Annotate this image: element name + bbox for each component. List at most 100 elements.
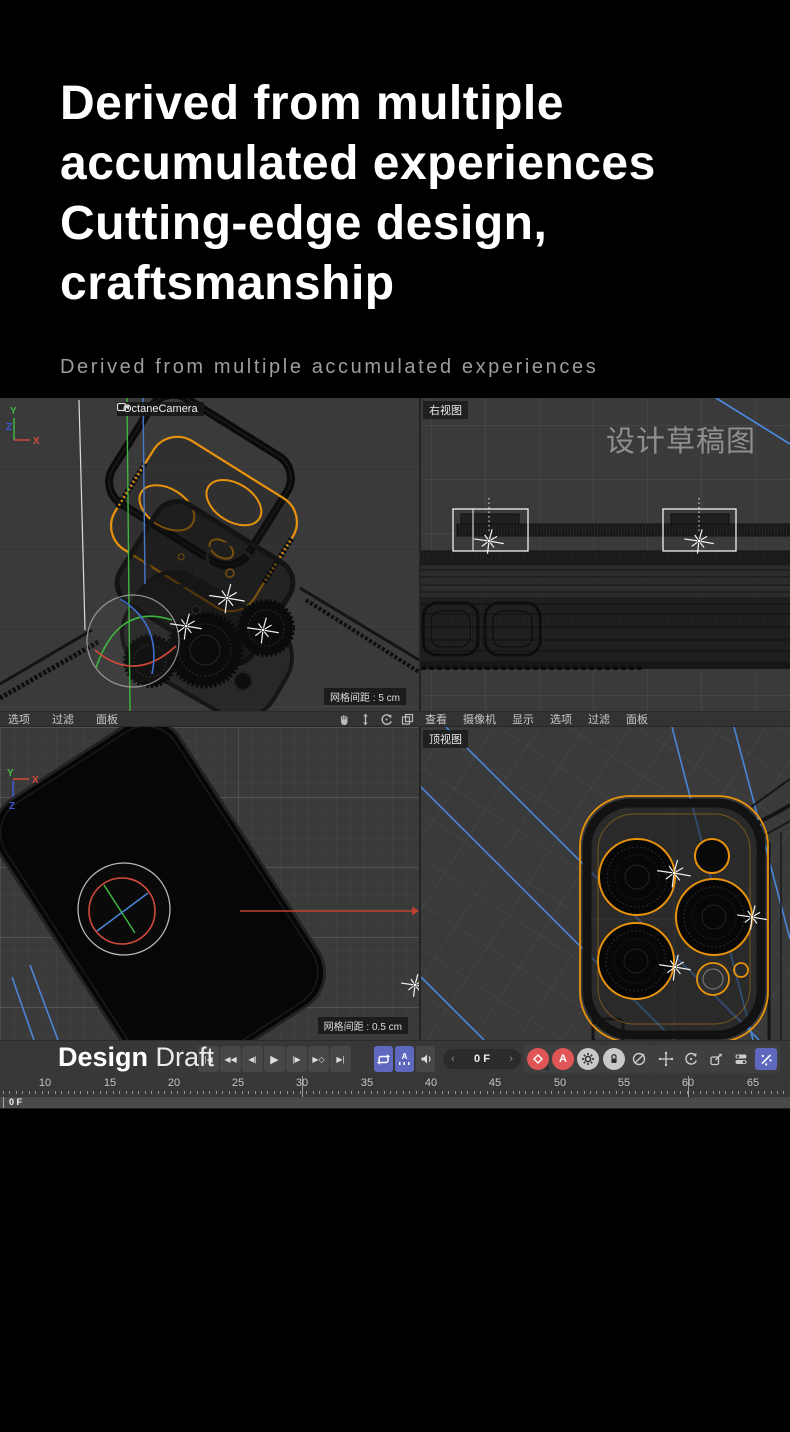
svg-text:X: X	[32, 775, 39, 786]
keyframe-settings-button[interactable]	[577, 1048, 599, 1070]
go-to-end-button[interactable]: ▶|	[330, 1046, 351, 1072]
rotation-gizmo[interactable]	[87, 595, 179, 687]
top-view-canvas	[421, 727, 790, 1040]
frame-increment-chevron[interactable]: ›	[509, 1053, 513, 1065]
svg-text:Z: Z	[6, 422, 12, 433]
position-crosshair-icon	[658, 1051, 674, 1067]
viewport-name-label: 右视图	[423, 401, 468, 419]
next-frame-button[interactable]: |▶	[286, 1046, 307, 1072]
right-viewport-menu: 查看 摄像机 显示 选项 过滤 面板	[421, 712, 790, 726]
phone-body[interactable]	[0, 727, 340, 1040]
spark	[401, 974, 419, 997]
svg-text:Y: Y	[7, 768, 14, 779]
design-draft-caption: Design Draft	[58, 1042, 214, 1073]
autokey-mode-button[interactable]: A	[395, 1046, 414, 1072]
svg-text:Z: Z	[9, 801, 15, 812]
frame-counter-field[interactable]: ‹ 0 F ›	[443, 1049, 521, 1069]
record-pla-toggle[interactable]	[755, 1048, 777, 1070]
viewport-menu-row: 选项 过滤 面板	[0, 711, 790, 727]
timeline-ruler[interactable]: 10 15 20 25 30 35 40 45 50 55 60 65	[0, 1076, 790, 1097]
frame-decrement-chevron[interactable]: ‹	[451, 1053, 455, 1065]
camera-label[interactable]: OctaneCamera	[117, 402, 204, 416]
record-position-toggle[interactable]	[655, 1048, 677, 1070]
ruler-number: 65	[747, 1077, 759, 1089]
menu-item-display[interactable]: 显示	[512, 711, 534, 727]
menu-item-filter[interactable]: 过滤	[52, 711, 74, 727]
viewport-right-view[interactable]: 右视图 设计草稿图	[421, 398, 790, 711]
lock-button-group	[600, 1045, 653, 1073]
menu-item-options[interactable]: 选项	[550, 711, 572, 727]
viewport-nav-icons	[338, 713, 414, 726]
keyframe-diamond-icon	[532, 1053, 544, 1065]
viewport-perspective[interactable]: OctaneCamera Y Z X 网格间距 : 5 cm	[0, 398, 419, 711]
rotation-arrows-icon	[683, 1051, 699, 1067]
menu-item-options[interactable]: 选项	[8, 711, 30, 727]
menu-item-view[interactable]: 查看	[425, 711, 447, 727]
axis-gizmo: Y X Z	[0, 763, 40, 813]
pan-hand-icon[interactable]	[338, 713, 351, 726]
menu-item-camera[interactable]: 摄像机	[463, 711, 496, 727]
next-keyframe-button[interactable]: ▶◇	[308, 1046, 329, 1072]
lock-icon	[607, 1052, 621, 1066]
hero-title-line: craftsmanship	[60, 254, 740, 314]
current-frame-label: 0 F	[9, 1097, 22, 1107]
record-button-group: A	[524, 1045, 602, 1073]
axis-gizmo: Y Z X	[0, 404, 42, 450]
slashed-circle-icon	[631, 1051, 647, 1067]
ruler-number: 20	[168, 1077, 180, 1089]
ruler-number: 15	[104, 1077, 116, 1089]
grid-spacing-label: 网格间距 : 5 cm	[324, 688, 406, 705]
previous-keyframe-button[interactable]: ◀◀	[220, 1046, 241, 1072]
play-button[interactable]: ▶	[264, 1046, 285, 1072]
case-side-wireframe	[421, 514, 790, 669]
white-guide-line	[79, 400, 85, 630]
ruler-number: 35	[361, 1077, 373, 1089]
rotate-view-icon[interactable]	[380, 713, 393, 726]
ruler-ticks	[0, 1091, 790, 1096]
gear-icon	[581, 1052, 595, 1066]
autokey-letter: A	[402, 1053, 408, 1061]
grid-spacing-label: 网格间距 : 0.5 cm	[318, 1017, 408, 1034]
ruler-number: 25	[232, 1077, 244, 1089]
menu-item-panel[interactable]: 面板	[626, 711, 648, 727]
viewport-front-view[interactable]: Y X Z 网格间距 : 0.5 cm	[0, 727, 419, 1040]
hero-subtitle: Derived from multiple accumulated experi…	[60, 356, 598, 379]
keyframe-lock-button[interactable]	[603, 1048, 625, 1070]
solo-animation-button[interactable]	[628, 1048, 650, 1070]
sound-button[interactable]	[416, 1046, 435, 1072]
speaker-icon	[419, 1052, 433, 1066]
left-viewport-menu: 选项 过滤 面板	[0, 712, 421, 726]
current-frame-marker	[3, 1097, 4, 1108]
svg-text:Y: Y	[10, 406, 17, 417]
viewport-top-view[interactable]: 顶视图	[421, 727, 790, 1040]
hero-title-line: Cutting-edge design,	[60, 194, 740, 254]
record-parameter-toggle[interactable]	[730, 1048, 752, 1070]
record-channel-group	[652, 1045, 780, 1073]
timeline-toolbar: Design Draft |◀ ◀◀ ◀| ▶ |▶ ▶◇ ▶| A	[0, 1040, 790, 1076]
page: Derived from multiple accumulated experi…	[0, 0, 790, 1432]
loop-playback-button[interactable]	[374, 1046, 393, 1072]
camera-label-text: OctaneCamera	[123, 403, 198, 415]
autokeying-button[interactable]: A	[552, 1048, 574, 1070]
toggle-view-icon[interactable]	[401, 713, 414, 726]
keyframe-marks-icon	[399, 1062, 411, 1065]
menu-item-filter[interactable]: 过滤	[588, 711, 610, 727]
record-scale-toggle[interactable]	[705, 1048, 727, 1070]
front-view-canvas	[0, 727, 419, 1040]
scale-box-arrow-icon	[708, 1051, 724, 1067]
menu-item-panel[interactable]: 面板	[96, 711, 118, 727]
hero-title-line: accumulated experiences	[60, 134, 740, 194]
frame-counter-value: 0 F	[474, 1053, 490, 1065]
footer-spacer	[0, 1109, 790, 1432]
zoom-arrows-icon[interactable]	[359, 713, 372, 726]
circle-gizmo[interactable]	[78, 863, 170, 955]
previous-frame-button[interactable]: ◀|	[242, 1046, 263, 1072]
record-keyframe-button[interactable]	[527, 1048, 549, 1070]
parameter-toggles-icon	[733, 1051, 749, 1067]
loop-icon	[376, 1053, 391, 1066]
timeline-scrub-strip[interactable]: 0 F	[0, 1097, 790, 1109]
ruler-number: 10	[39, 1077, 51, 1089]
viewport-name-label: 顶视图	[423, 730, 468, 748]
design-draft-watermark: 设计草稿图	[606, 418, 756, 460]
record-rotation-toggle[interactable]	[680, 1048, 702, 1070]
